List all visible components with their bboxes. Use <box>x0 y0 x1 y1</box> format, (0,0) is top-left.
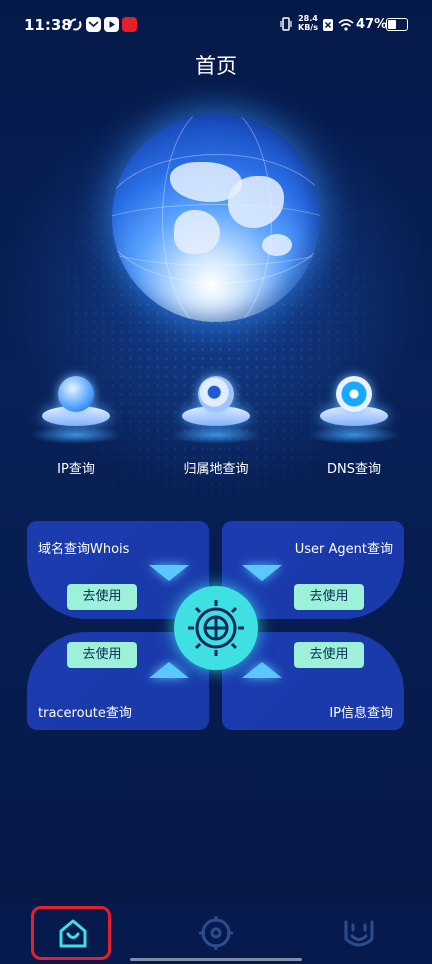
battery-percent: 47% <box>356 17 388 32</box>
vibrate-icon <box>280 16 292 36</box>
network-speed-value: 28.4 <box>298 14 318 23</box>
feature-ip-query[interactable]: IP查询 <box>26 370 126 477</box>
globe-continent <box>174 210 220 254</box>
gesture-bar[interactable] <box>130 958 302 961</box>
network-speed-unit: KB/s <box>298 23 318 32</box>
sync-icon <box>68 17 83 32</box>
feature-label: 归属地查询 <box>183 462 249 477</box>
dns-icon <box>308 370 400 456</box>
ip-globe-icon <box>30 370 122 456</box>
nav-profile[interactable] <box>339 913 379 953</box>
news-app-icon <box>122 17 137 32</box>
home-highlight-box <box>31 906 111 960</box>
status-time: 11:38 <box>24 16 72 34</box>
whois-title: 域名查询Whois <box>38 542 130 557</box>
video-icon <box>104 17 119 32</box>
user-agent-use-button[interactable]: 去使用 <box>294 584 364 610</box>
location-camera-icon <box>170 370 262 456</box>
traceroute-use-button[interactable]: 去使用 <box>67 642 137 668</box>
page-title: 首页 <box>195 54 237 78</box>
mail-icon <box>86 17 101 32</box>
feature-dns-query[interactable]: DNS查询 <box>304 370 404 477</box>
network-speed: 28.4 KB/s <box>298 14 318 32</box>
sim-off-icon <box>322 17 334 36</box>
globe-illustration <box>112 114 320 322</box>
globe-continent <box>262 234 292 256</box>
smiley-icon <box>344 920 374 947</box>
feature-label: DNS查询 <box>327 462 381 477</box>
feature-location-query[interactable]: 归属地查询 <box>166 370 266 477</box>
triangle-decoration <box>242 565 282 581</box>
wifi-icon <box>338 17 354 36</box>
triangle-decoration <box>149 565 189 581</box>
gear-icon <box>174 586 258 670</box>
user-agent-title: User Agent查询 <box>294 542 393 557</box>
target-icon <box>199 916 233 950</box>
ip-info-title: IP信息查询 <box>329 706 393 721</box>
battery-icon <box>386 18 408 31</box>
feature-label: IP查询 <box>57 462 95 477</box>
ip-info-use-button[interactable]: 去使用 <box>294 642 364 668</box>
battery-level-fill <box>388 20 396 29</box>
whois-use-button[interactable]: 去使用 <box>67 584 137 610</box>
nav-tools[interactable] <box>196 913 236 953</box>
traceroute-title: traceroute查询 <box>38 706 132 721</box>
status-bar: 11:38 28.4 KB/s 47% <box>0 0 432 50</box>
